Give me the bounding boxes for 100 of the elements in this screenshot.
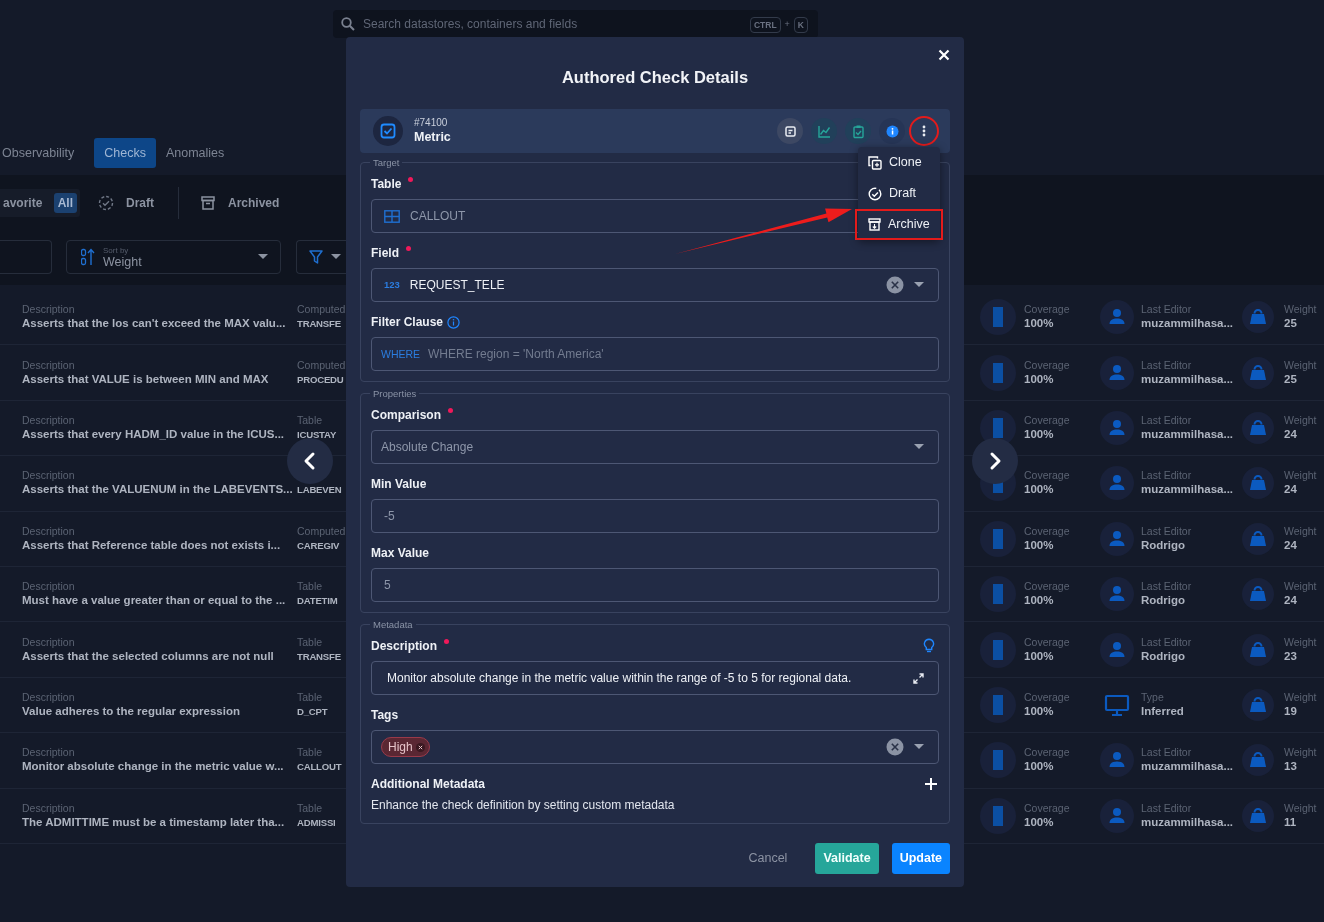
field-label: Coverage (1024, 690, 1070, 704)
field-label: Description (22, 801, 76, 815)
weight-value: 25 (1284, 316, 1298, 332)
field-label: Type (1141, 690, 1165, 704)
field-label: Weight (1284, 690, 1317, 704)
field-label: Weight (1284, 413, 1317, 427)
section-legend: Target (370, 157, 403, 168)
field-label: Table (297, 801, 324, 815)
field-label: Weight (1284, 303, 1317, 317)
dialog-title: Authored Check Details (560, 67, 750, 88)
container-name: TRANSFE (297, 649, 342, 664)
field-label: Weight (1284, 580, 1317, 594)
field-label: Description (22, 524, 76, 538)
container-name: DATETIM (297, 594, 339, 609)
field-label: Table (297, 746, 324, 760)
section-legend: Metadata (370, 619, 416, 630)
editor-name: Rodrigo (1141, 537, 1187, 553)
field-label: Coverage (1024, 358, 1070, 372)
field-label: Max Value (371, 545, 430, 562)
editor-name: muzammilhasa... (1141, 482, 1234, 498)
shortcut-key: K (793, 17, 808, 33)
weight-value: 24 (1284, 593, 1298, 609)
check-type: Inferred (1141, 703, 1184, 719)
field-prefix: WHERE (381, 347, 421, 361)
check-description: Asserts that Reference table does not exists i... (22, 537, 282, 553)
coverage-value: 100% (1024, 371, 1055, 387)
field-label: Table (297, 413, 324, 427)
field-label: Description (22, 580, 76, 594)
weight-value: 13 (1284, 759, 1298, 775)
field-label: Coverage (1024, 469, 1070, 483)
coverage-value: 100% (1024, 703, 1055, 719)
field-label: Coverage (1024, 303, 1070, 317)
container-name: ADMISSI (297, 815, 337, 830)
coverage-value: 100% (1024, 537, 1055, 553)
check-description: Asserts that the los can't exceed the MAX valu... (22, 316, 287, 332)
weight-value: 19 (1284, 703, 1298, 719)
field-label: Last Editor (1141, 801, 1193, 815)
editor-name: muzammilhasa... (1141, 426, 1234, 442)
field-label: Weight (1284, 801, 1317, 815)
editor-name: muzammilhasa... (1141, 759, 1234, 775)
container-name: ICUSTAY (297, 427, 338, 442)
check-description: Asserts that the VALUENUM in the LABEVENTS... (22, 482, 294, 498)
check-description: Asserts that the selected columns are not null (22, 648, 275, 664)
field-label: Weight (1284, 524, 1317, 538)
field-label: Coverage (1024, 746, 1070, 760)
weight-value: 24 (1284, 426, 1298, 442)
coverage-value: 100% (1024, 426, 1055, 442)
field-label: Weight (1284, 746, 1317, 760)
weight-value: 24 (1284, 537, 1298, 553)
field-label: Last Editor (1141, 635, 1192, 649)
field-label: Last Editor (1141, 746, 1193, 760)
field-label: Description (22, 303, 76, 317)
field-label: Description (22, 358, 76, 372)
container-name: CAREGIV (297, 538, 341, 553)
editor-name: Rodrigo (1141, 648, 1187, 664)
field-label: Description (22, 635, 76, 649)
check-description: Monitor absolute change in the metric value w... (22, 759, 285, 775)
field-label: Coverage (1024, 801, 1070, 815)
field-label: Tags (371, 707, 399, 724)
field-label: Coverage (1024, 580, 1070, 594)
field-label: Description (22, 469, 76, 483)
field-label: Weight (1284, 635, 1317, 649)
coverage-value: 100% (1024, 316, 1055, 332)
coverage-value: 100% (1024, 759, 1055, 775)
field-label: Table (297, 635, 324, 649)
check-id: #74100 (414, 117, 449, 129)
check-description: The ADMITTIME must be a timestamp later tha... (22, 814, 286, 830)
check-description: Asserts that every HADM_ID value in the ICUS... (22, 426, 286, 442)
coverage-value: 100% (1024, 482, 1055, 498)
coverage-value: 100% (1024, 814, 1055, 830)
editor-name: Rodrigo (1141, 593, 1187, 609)
field-label: Last Editor (1141, 413, 1193, 427)
container-name: LABEVEN (297, 483, 343, 498)
field-label: Computed (297, 358, 346, 372)
field-label: Coverage (1024, 413, 1070, 427)
container-name: TRANSFE (297, 317, 342, 332)
field-label: Last Editor (1141, 303, 1193, 317)
field-label: Table (297, 690, 324, 704)
check-description: Asserts that VALUE is between MIN and MAX (22, 371, 270, 387)
field-label: Last Editor (1141, 469, 1193, 483)
field-label: Coverage (1024, 635, 1070, 649)
check-type: Metric (414, 129, 452, 145)
weight-value: 24 (1284, 482, 1298, 498)
editor-name: muzammilhasa... (1141, 371, 1234, 387)
field-label: Min Value (371, 476, 427, 493)
container-name: D_CPT (297, 704, 329, 719)
field-label: Coverage (1024, 524, 1070, 538)
weight-value: 23 (1284, 648, 1298, 664)
field-label: Last Editor (1141, 580, 1192, 594)
shortcut-key: CTRL (749, 17, 781, 33)
field-label: Description (371, 638, 437, 655)
field-label: Filter Clause (371, 314, 444, 331)
field-label: Description (22, 413, 76, 427)
field-label: Table (297, 580, 324, 594)
field-label: Comparison (371, 407, 441, 424)
field-label: Computed (297, 303, 346, 317)
field-label: Weight (1284, 469, 1317, 483)
container-name: CALLOUT (297, 760, 343, 775)
field-label: Field (371, 245, 399, 262)
field-label: Description (22, 690, 76, 704)
